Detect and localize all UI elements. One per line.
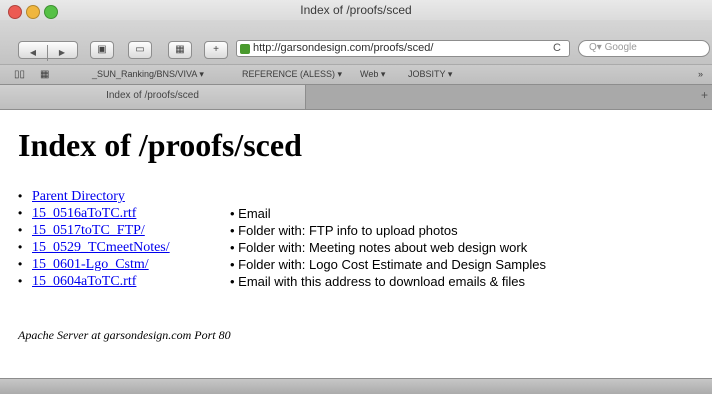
tab-index-proofs[interactable]: Index of /proofs/sced xyxy=(0,85,306,109)
bookmark-folder[interactable]: _SUN_Ranking/BNS/VIVA ▾ xyxy=(92,69,204,80)
add-bookmark-icon[interactable]: + xyxy=(204,41,228,59)
entry-description: • Folder with: FTP info to upload photos xyxy=(230,223,458,238)
back-button[interactable]: ◀ xyxy=(19,45,47,61)
entry-description: • Folder with: Logo Cost Estimate and De… xyxy=(230,257,546,272)
top-sites-icon[interactable]: ▦ xyxy=(168,41,192,59)
server-signature: Apache Server at garsondesign.com Port 8… xyxy=(18,328,231,342)
new-tab-icon[interactable]: + xyxy=(701,88,708,102)
browser-window: Index of /proofs/sced ◀ ▶ ▣ ▭ ▦ + http://… xyxy=(0,0,712,394)
show-all-bookmarks-icon[interactable]: ▦ xyxy=(40,69,49,80)
entry-description: • Email with this address to download em… xyxy=(230,274,526,289)
search-field[interactable]: Q▾ Google xyxy=(578,40,710,57)
bookmark-folder[interactable]: JOBSITY ▾ xyxy=(408,69,452,80)
file-link[interactable]: 15_0516aToTC.rtf xyxy=(32,205,136,222)
reload-icon[interactable]: C xyxy=(553,42,561,54)
address-bar[interactable]: http://garsondesign.com/proofs/sced/ C xyxy=(236,40,570,57)
bookmark-folder[interactable]: Web ▾ xyxy=(360,69,385,80)
bookmark-folder[interactable]: REFERENCE (ALESS) ▾ xyxy=(242,69,342,80)
tab-bar: Index of /proofs/sced + xyxy=(0,84,712,110)
tab-label: Index of /proofs/sced xyxy=(106,90,199,101)
bookmarks-book-icon[interactable]: ▭ xyxy=(128,41,152,59)
bookmarks-overflow-icon[interactable]: » xyxy=(698,69,703,79)
file-link[interactable]: 15_0517toTC_FTP/ xyxy=(32,222,145,239)
bookmarks-bar: ▯▯ ▦ _SUN_Ranking/BNS/VIVA ▾ REFERENCE (… xyxy=(0,64,712,85)
reading-list-icon[interactable]: ▯▯ xyxy=(14,69,25,80)
file-link[interactable]: 15_0601-Lgo_Cstm/ xyxy=(32,256,149,273)
search-placeholder: Q▾ Google xyxy=(589,42,637,53)
status-bar xyxy=(0,378,712,394)
page-content: Index of /proofs/sced Parent Directory 1… xyxy=(0,110,712,378)
window-title: Index of /proofs/sced xyxy=(300,3,412,17)
page-title: Index of /proofs/sced xyxy=(18,127,302,163)
entry-description: • Folder with: Meeting notes about web d… xyxy=(230,240,528,255)
file-link[interactable]: 15_0529_TCmeetNotes/ xyxy=(32,239,170,256)
parent-directory-link[interactable]: Parent Directory xyxy=(32,188,125,205)
reader-icon[interactable]: ▣ xyxy=(90,41,114,59)
forward-button[interactable]: ▶ xyxy=(47,45,76,61)
back-forward-buttons: ◀ ▶ xyxy=(18,41,78,61)
site-favicon-icon xyxy=(240,44,250,54)
entry-description: • Email xyxy=(230,206,271,221)
file-link[interactable]: 15_0604aToTC.rtf xyxy=(32,273,136,290)
address-bar-url: http://garsondesign.com/proofs/sced/ xyxy=(253,42,434,54)
